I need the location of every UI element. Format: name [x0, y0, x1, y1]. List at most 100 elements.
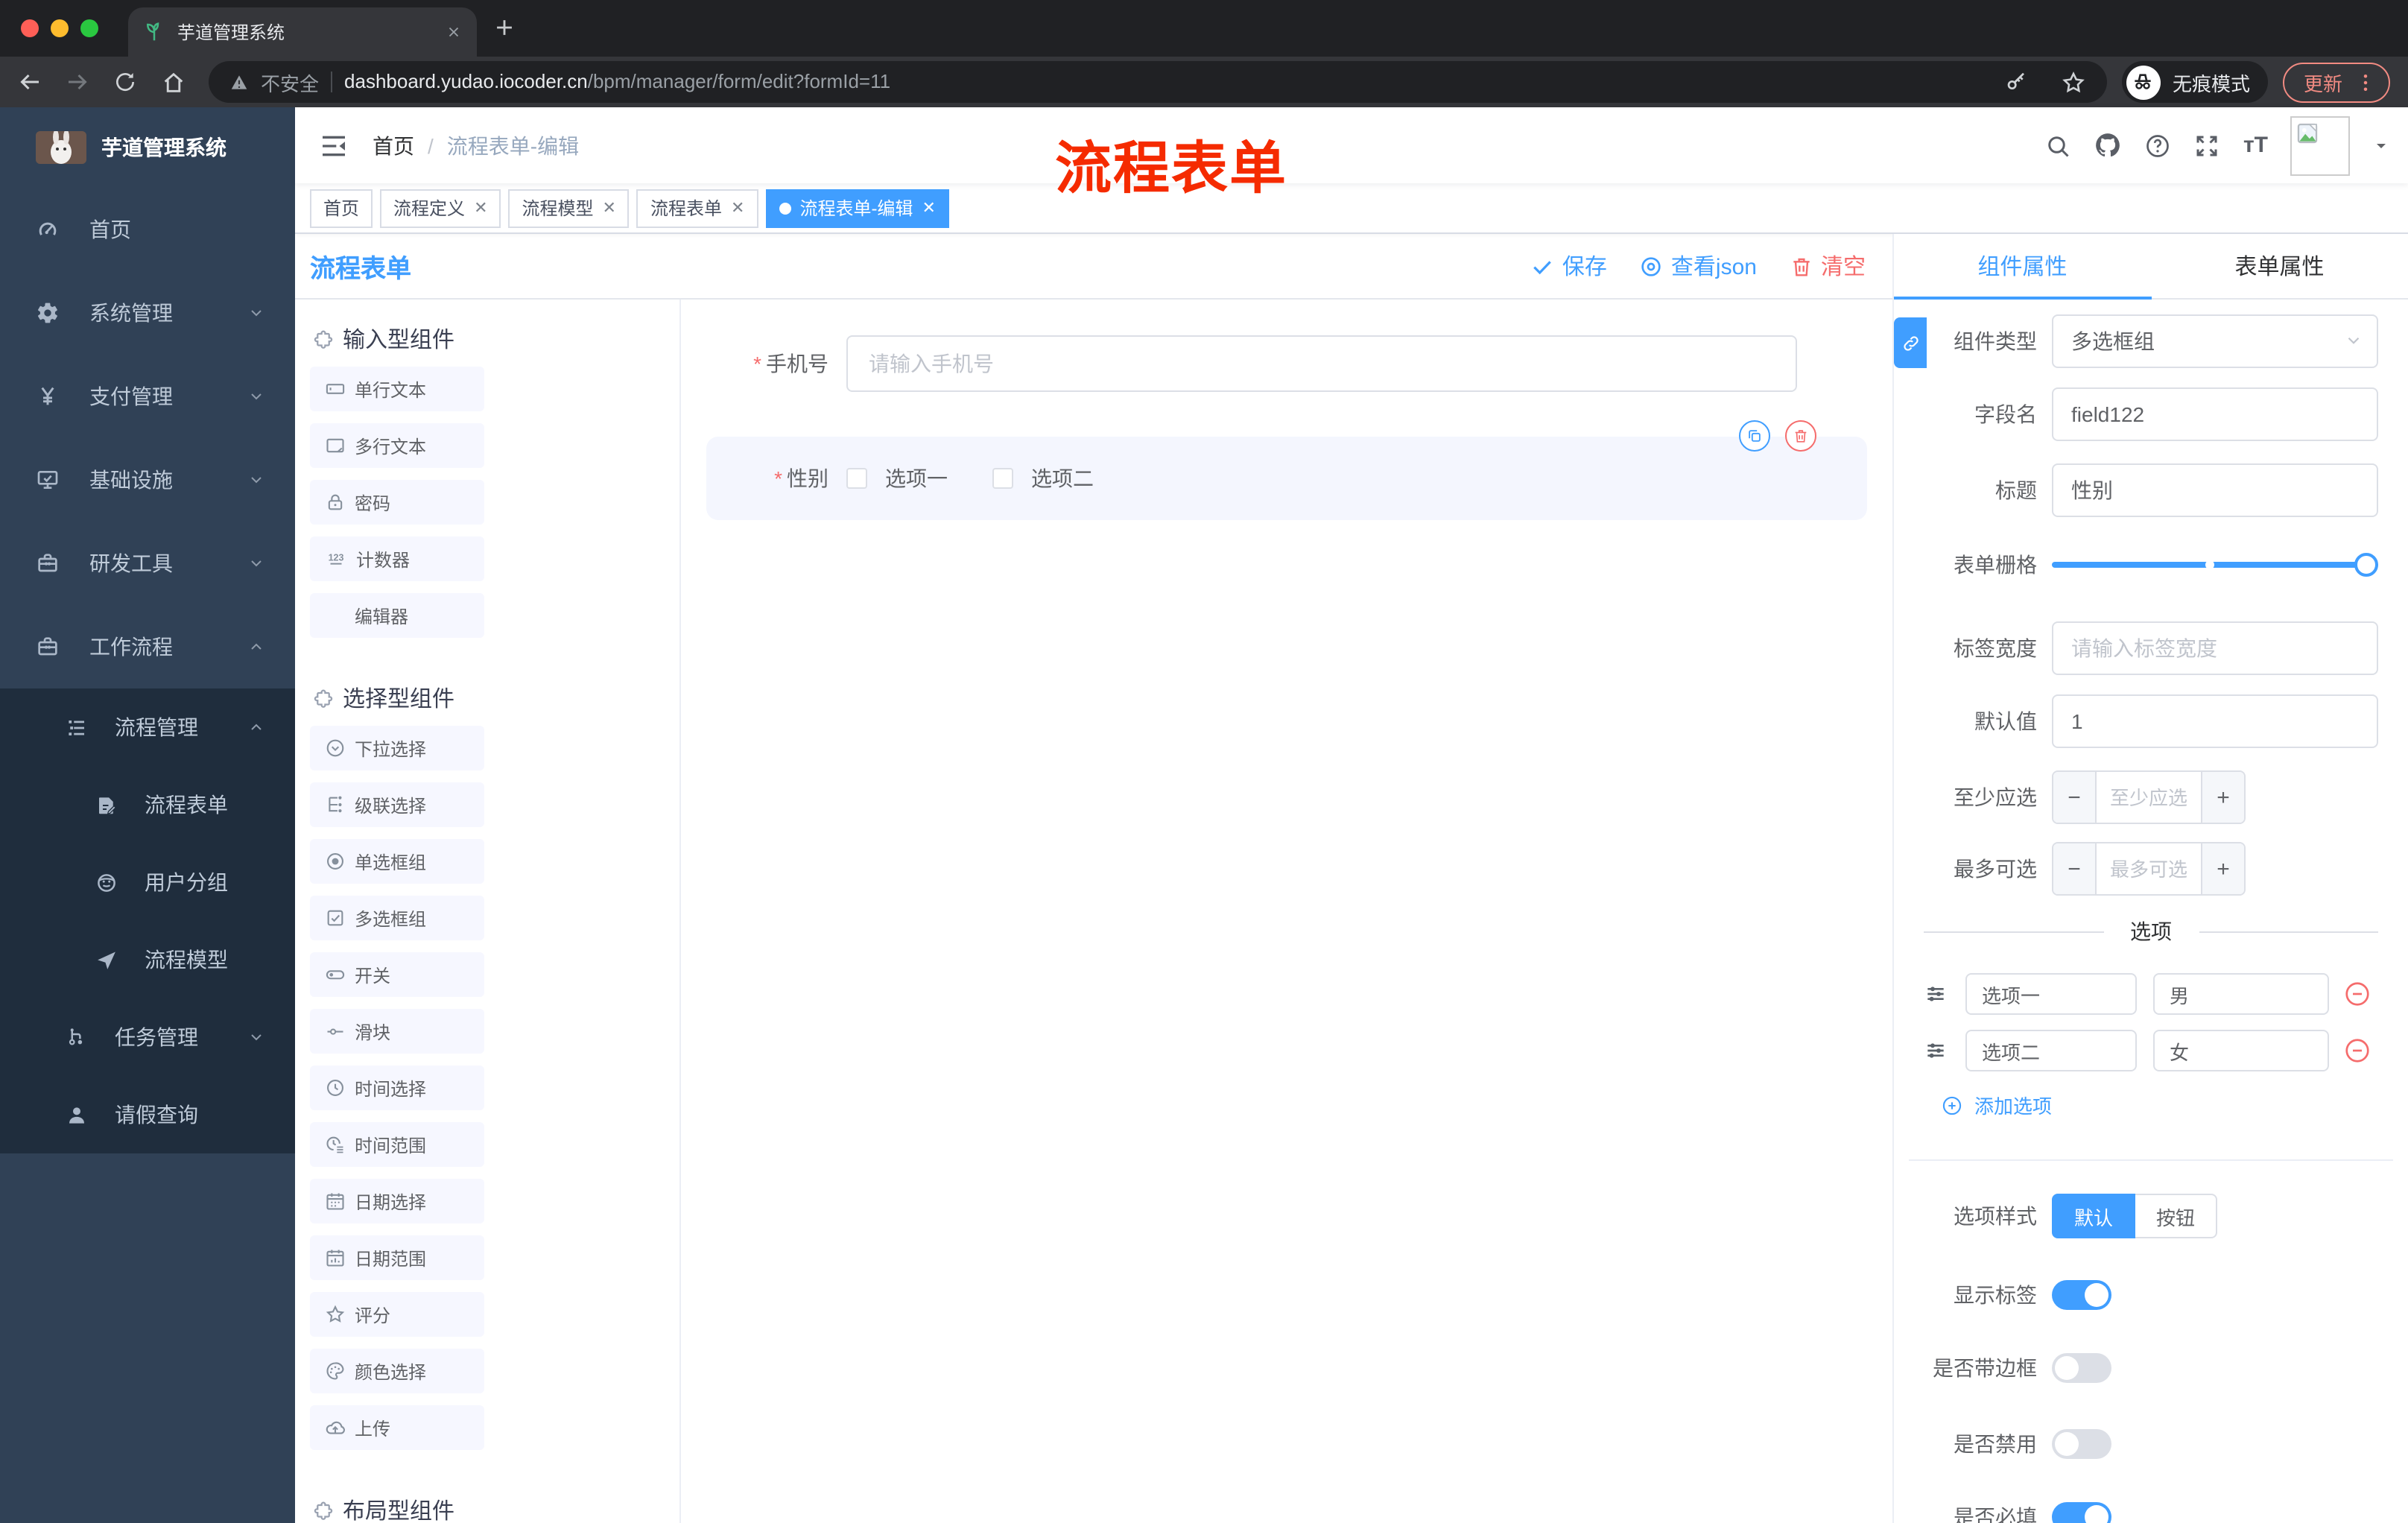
back-icon[interactable]	[6, 69, 54, 95]
slider-handle[interactable]	[2354, 553, 2378, 577]
form-canvas[interactable]: 手机号 性别 选项一	[681, 300, 1892, 1523]
style-button-button[interactable]: 按钮	[2135, 1194, 2218, 1238]
drag-handle-icon[interactable]	[1924, 982, 1948, 1006]
tag-process-form[interactable]: 流程表单 ✕	[636, 189, 758, 227]
component-card-date-picker[interactable]: 日期选择	[310, 1179, 484, 1223]
sidebar-item-workflow[interactable]: 工作流程	[0, 605, 295, 688]
option-1-value-input[interactable]	[2153, 973, 2329, 1015]
font-size-icon[interactable]: ᴛT	[2243, 133, 2268, 158]
component-card-time-range[interactable]: 时间范围	[310, 1122, 484, 1167]
reload-icon[interactable]	[101, 70, 149, 94]
address-bar[interactable]: 不安全 dashboard.yudao.iocoder.cn/bpm/manag…	[209, 61, 2107, 103]
remove-option-icon[interactable]	[2344, 981, 2371, 1007]
traffic-zoom-button[interactable]	[80, 19, 98, 37]
sidebar-item-process-model[interactable]: 流程模型	[0, 921, 295, 998]
home-icon[interactable]	[149, 69, 197, 95]
component-card-dropdown[interactable]: 下拉选择	[310, 726, 484, 770]
stepper-minus-button[interactable]: −	[2053, 772, 2097, 823]
default-value-input[interactable]	[2052, 694, 2378, 748]
delete-component-button[interactable]	[1785, 420, 1816, 452]
password-key-icon[interactable]	[2004, 70, 2028, 94]
component-card-rate[interactable]: 评分	[310, 1292, 484, 1337]
label-width-input[interactable]	[2052, 621, 2378, 675]
component-card-editor[interactable]: 编辑器	[310, 593, 484, 638]
component-card-switch[interactable]: 开关	[310, 952, 484, 997]
github-icon[interactable]	[2094, 131, 2123, 159]
sidebar-item-leave-query[interactable]: 请假查询	[0, 1076, 295, 1153]
title-input[interactable]	[2052, 463, 2378, 517]
stepper-plus-button[interactable]: +	[2201, 772, 2244, 823]
avatar[interactable]	[2290, 115, 2350, 175]
component-card-upload[interactable]: 上传	[310, 1405, 484, 1450]
component-card-checkbox-group[interactable]: 多选框组	[310, 896, 484, 940]
tag-process-definition[interactable]: 流程定义 ✕	[380, 189, 501, 227]
sidebar-item-system[interactable]: 系统管理	[0, 271, 295, 355]
style-default-button[interactable]: 默认	[2052, 1194, 2136, 1238]
tab-close-icon[interactable]	[446, 24, 462, 40]
phone-input[interactable]	[846, 335, 1797, 392]
duplicate-component-button[interactable]	[1739, 420, 1770, 452]
tab-form-props[interactable]: 表单属性	[2151, 234, 2408, 298]
component-type-select[interactable]	[2052, 314, 2378, 368]
tag-close-icon[interactable]: ✕	[474, 198, 487, 218]
component-card-color-picker[interactable]: 颜色选择	[310, 1349, 484, 1393]
remove-option-icon[interactable]	[2344, 1037, 2371, 1064]
sidebar-logo[interactable]: 芋道管理系统	[0, 107, 295, 188]
disabled-switch[interactable]	[2052, 1429, 2111, 1459]
option-2-label-input[interactable]	[1965, 1030, 2137, 1071]
component-card-slider[interactable]: 滑块	[310, 1009, 484, 1054]
save-button[interactable]: 保存	[1531, 250, 1607, 282]
gender-field-selected[interactable]: 性别 选项一 选项二	[706, 420, 1867, 520]
max-select-input[interactable]	[2097, 843, 2201, 894]
tag-home[interactable]: 首页	[310, 189, 373, 227]
sidebar-item-payment[interactable]: 支付管理	[0, 355, 295, 438]
tab-component-props[interactable]: 组件属性	[1894, 234, 2151, 300]
help-icon[interactable]	[2145, 132, 2172, 159]
option-1-label-input[interactable]	[1965, 973, 2137, 1015]
sidebar-item-devtools[interactable]: 研发工具	[0, 522, 295, 605]
avatar-caret-down-icon[interactable]	[2372, 136, 2390, 154]
traffic-minimize-button[interactable]	[51, 19, 69, 37]
tag-close-icon[interactable]: ✕	[922, 198, 935, 218]
component-type-value[interactable]	[2052, 314, 2378, 368]
component-card-date-range[interactable]: 日期范围	[310, 1235, 484, 1280]
sidebar-item-process-form[interactable]: 流程表单	[0, 766, 295, 843]
component-card-counter[interactable]: 计数器	[310, 536, 484, 581]
traffic-close-button[interactable]	[21, 19, 39, 37]
gender-option-2[interactable]: 选项二	[992, 463, 1094, 493]
border-switch[interactable]	[2052, 1353, 2111, 1383]
component-card-cascader[interactable]: 级联选择	[310, 782, 484, 827]
view-json-button[interactable]: 查看json	[1640, 250, 1757, 282]
breadcrumb-home[interactable]: 首页	[373, 130, 414, 160]
sidebar-item-infra[interactable]: 基础设施	[0, 438, 295, 522]
sidebar-toggle-icon[interactable]	[319, 130, 349, 160]
new-tab-button[interactable]	[492, 15, 517, 40]
component-card-multi-text[interactable]: 多行文本	[310, 423, 484, 468]
link-chain-button[interactable]	[1894, 317, 1927, 368]
form-grid-slider[interactable]	[2052, 538, 2378, 592]
drag-handle-icon[interactable]	[1924, 1039, 1948, 1063]
search-icon[interactable]	[2045, 132, 2072, 159]
sidebar-item-user-group[interactable]: 用户分组	[0, 843, 295, 921]
checkbox-unchecked-icon[interactable]	[992, 468, 1013, 489]
tag-process-form-edit[interactable]: 流程表单-编辑 ✕	[765, 189, 949, 227]
forward-icon[interactable]	[54, 69, 101, 95]
clear-button[interactable]: 清空	[1790, 250, 1866, 282]
component-card-single-text[interactable]: 单行文本	[310, 367, 484, 411]
stepper-plus-button[interactable]: +	[2201, 843, 2244, 894]
tag-close-icon[interactable]: ✕	[603, 198, 616, 218]
component-card-password[interactable]: 密码	[310, 480, 484, 525]
tag-process-model[interactable]: 流程模型 ✕	[508, 189, 630, 227]
stepper-minus-button[interactable]: −	[2053, 843, 2097, 894]
component-card-time-picker[interactable]: 时间选择	[310, 1066, 484, 1110]
add-option-button[interactable]: 添加选项	[1924, 1091, 2378, 1119]
bookmark-star-icon[interactable]	[2061, 69, 2086, 95]
sidebar-item-task-manage[interactable]: 任务管理	[0, 998, 295, 1076]
field-name-input[interactable]	[2052, 387, 2378, 441]
sidebar-item-process-manage[interactable]: 流程管理	[0, 688, 295, 766]
option-2-value-input[interactable]	[2153, 1030, 2329, 1071]
tag-close-icon[interactable]: ✕	[731, 198, 744, 218]
show-label-switch[interactable]	[2052, 1280, 2111, 1310]
phone-field-row[interactable]: 手机号	[681, 335, 1892, 392]
menu-dots-icon[interactable]	[2354, 71, 2377, 93]
